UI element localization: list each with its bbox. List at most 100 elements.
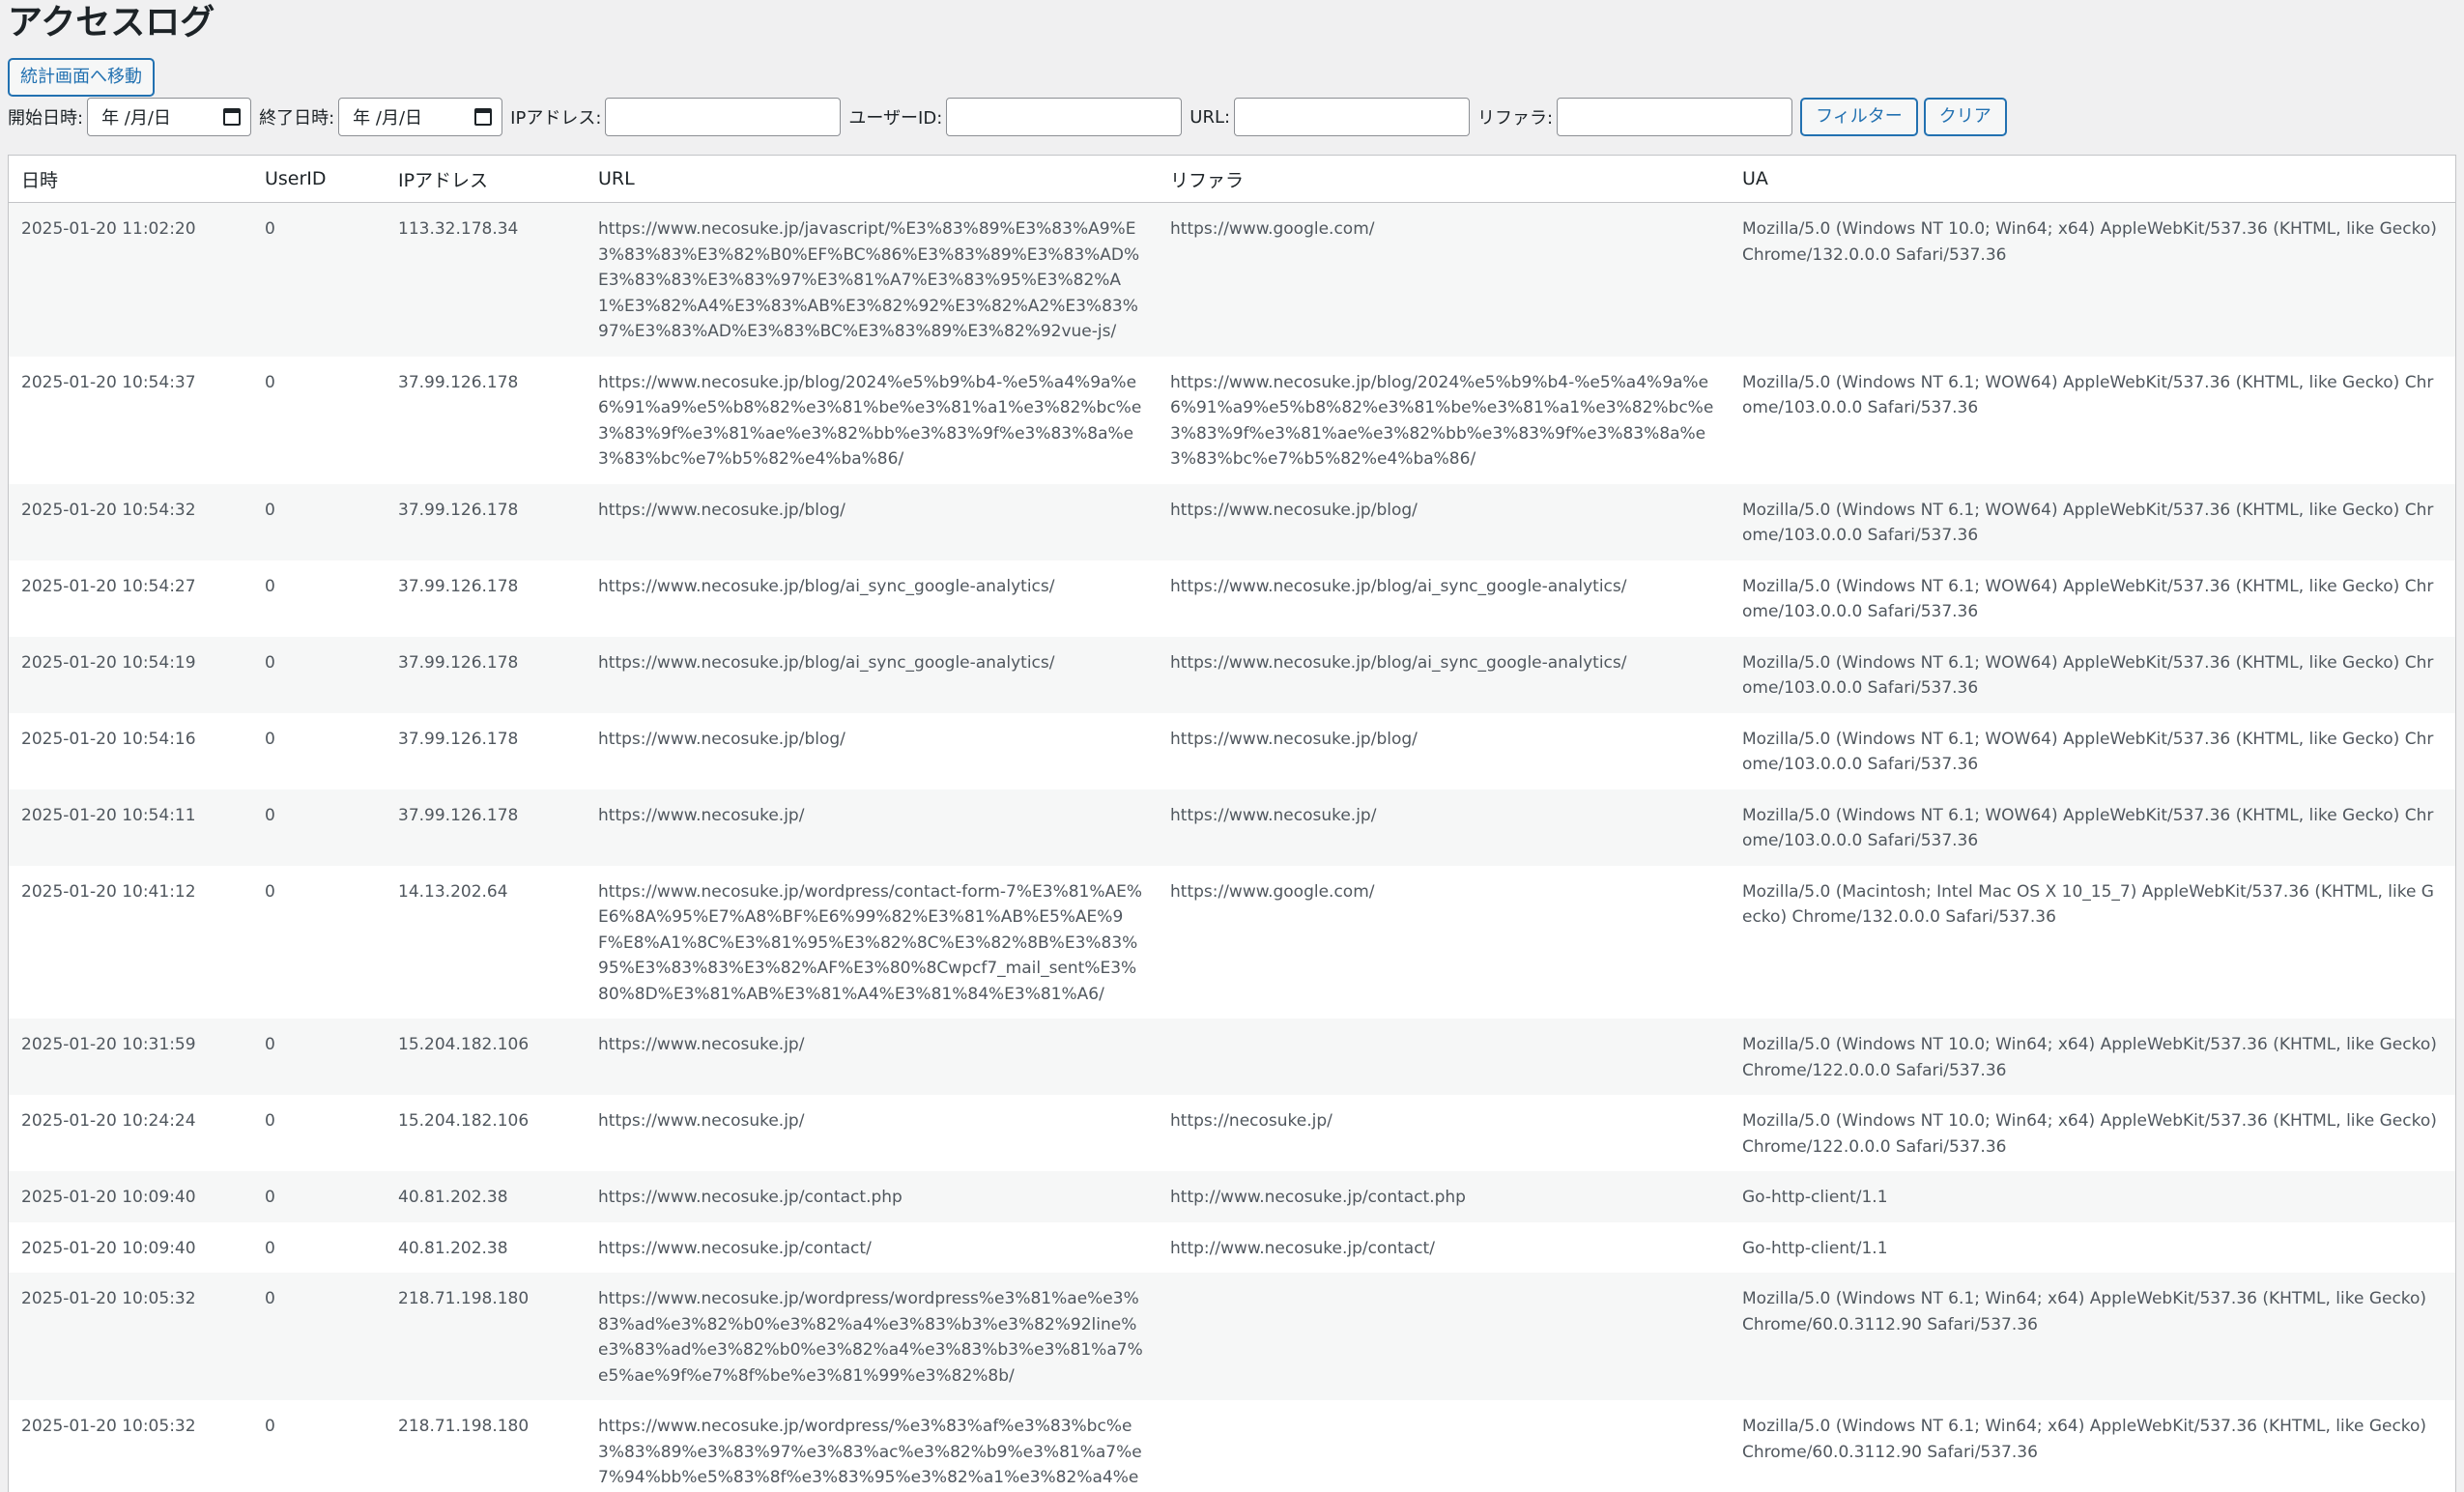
cell-ua: Mozilla/5.0 (Windows NT 10.0; Win64; x64… [1730, 1095, 2455, 1171]
ip-filter-label: IPアドレス: [510, 108, 602, 129]
url-filter-input[interactable] [1234, 98, 1471, 136]
cell-datetime: 2025-01-20 10:41:12 [9, 865, 252, 1019]
cell-ua: Mozilla/5.0 (Windows NT 6.1; Win64; x64)… [1730, 1273, 2455, 1400]
table-row: 2025-01-20 10:31:59 0 15.204.182.106 https:… [9, 1019, 2455, 1095]
user-id-filter-input[interactable] [946, 98, 1183, 136]
cell-userid: 0 [252, 1400, 386, 1492]
cell-userid: 0 [252, 789, 386, 866]
cell-ua: Go-http-client/1.1 [1730, 1221, 2455, 1273]
cell-datetime: 2025-01-20 10:54:11 [9, 789, 252, 866]
cell-ua: Go-http-client/1.1 [1730, 1171, 2455, 1222]
cell-url: https://www.necosuke.jp/blog/2024%e5%b9%… [586, 356, 1158, 484]
cell-ua: Mozilla/5.0 (Macintosh; Intel Mac OS X 1… [1730, 865, 2455, 1019]
column-header-datetime: 日時 [9, 156, 252, 203]
referrer-filter-label: リファラ: [1477, 108, 1554, 129]
cell-url: https://www.necosuke.jp/ [586, 789, 1158, 866]
cell-url: https://www.necosuke.jp/contact.php [586, 1171, 1158, 1222]
cell-ip: 37.99.126.178 [386, 712, 586, 789]
cell-ip: 15.204.182.106 [386, 1019, 586, 1095]
cell-ip: 218.71.198.180 [386, 1400, 586, 1492]
cell-url: https://www.necosuke.jp/blog/ [586, 483, 1158, 560]
calendar-icon[interactable] [474, 108, 493, 126]
clear-button[interactable]: クリア [1923, 98, 2007, 136]
table-row: 2025-01-20 10:54:32 0 37.99.126.178 https:/… [9, 483, 2455, 560]
cell-datetime: 2025-01-20 10:05:32 [9, 1273, 252, 1400]
cell-referrer: https://necosuke.jp/ [1158, 1095, 1730, 1171]
page-title: アクセスログ [8, 3, 215, 43]
cell-ua: Mozilla/5.0 (Windows NT 6.1; WOW64) Appl… [1730, 712, 2455, 789]
table-row: 2025-01-20 10:09:40 0 40.81.202.38 https://… [9, 1171, 2455, 1222]
cell-ip: 14.13.202.64 [386, 865, 586, 1019]
cell-datetime: 2025-01-20 10:54:37 [9, 356, 252, 484]
cell-referrer: https://www.necosuke.jp/ [1158, 789, 1730, 866]
cell-userid: 0 [252, 1171, 386, 1222]
calendar-icon[interactable] [223, 108, 242, 126]
cell-datetime: 2025-01-20 10:54:32 [9, 483, 252, 560]
table-header-row: 日時 UserID IPアドレス URL リファラ UA [9, 156, 2455, 203]
cell-url: https://www.necosuke.jp/blog/ [586, 712, 1158, 789]
table-row: 2025-01-20 10:41:12 0 14.13.202.64 https://… [9, 865, 2455, 1019]
table-body: 2025-01-20 11:02:20 0 113.32.178.34 https:/… [9, 202, 2455, 1492]
end-date-value: 年 /月/日 [353, 108, 423, 129]
ip-filter-input[interactable] [605, 98, 842, 136]
table-row: 2025-01-20 10:54:16 0 37.99.126.178 https:/… [9, 712, 2455, 789]
cell-datetime: 2025-01-20 10:05:32 [9, 1400, 252, 1492]
cell-url: https://www.necosuke.jp/wordpress/%e3%83… [586, 1400, 1158, 1492]
column-header-url: URL [586, 156, 1158, 203]
cell-referrer [1158, 1273, 1730, 1400]
cell-userid: 0 [252, 202, 386, 357]
filter-button[interactable]: フィルター [1800, 98, 1918, 136]
cell-userid: 0 [252, 1221, 386, 1273]
cell-datetime: 2025-01-20 10:09:40 [9, 1171, 252, 1222]
end-date-input[interactable]: 年 /月/日 [338, 98, 503, 136]
cell-referrer: https://www.necosuke.jp/blog/ [1158, 483, 1730, 560]
column-header-referrer: リファラ [1158, 156, 1730, 203]
start-date-input[interactable]: 年 /月/日 [87, 98, 252, 136]
cell-ip: 37.99.126.178 [386, 636, 586, 713]
cell-userid: 0 [252, 1095, 386, 1171]
cell-ip: 40.81.202.38 [386, 1171, 586, 1222]
user-id-filter-label: ユーザーID: [848, 108, 943, 129]
cell-ua: Mozilla/5.0 (Windows NT 10.0; Win64; x64… [1730, 1019, 2455, 1095]
cell-datetime: 2025-01-20 10:09:40 [9, 1221, 252, 1273]
cell-referrer: https://www.google.com/ [1158, 202, 1730, 357]
cell-userid: 0 [252, 636, 386, 713]
cell-ua: Mozilla/5.0 (Windows NT 6.1; WOW64) Appl… [1730, 483, 2455, 560]
cell-userid: 0 [252, 483, 386, 560]
cell-userid: 0 [252, 560, 386, 637]
cell-userid: 0 [252, 712, 386, 789]
cell-ua: Mozilla/5.0 (Windows NT 6.1; WOW64) Appl… [1730, 789, 2455, 866]
cell-userid: 0 [252, 356, 386, 484]
referrer-filter-input[interactable] [1557, 98, 1793, 136]
cell-referrer: https://www.necosuke.jp/blog/2024%e5%b9%… [1158, 356, 1730, 484]
cell-referrer: http://www.necosuke.jp/contact/ [1158, 1221, 1730, 1273]
table-row: 2025-01-20 10:54:11 0 37.99.126.178 https:/… [9, 789, 2455, 866]
table-row: 2025-01-20 10:09:40 0 40.81.202.38 https://… [9, 1221, 2455, 1273]
cell-ip: 37.99.126.178 [386, 356, 586, 484]
cell-datetime: 2025-01-20 10:54:27 [9, 560, 252, 637]
start-date-label: 開始日時: [8, 108, 84, 129]
column-header-ip: IPアドレス [386, 156, 586, 203]
cell-url: https://www.necosuke.jp/ [586, 1019, 1158, 1095]
cell-ip: 37.99.126.178 [386, 789, 586, 866]
cell-datetime: 2025-01-20 10:24:24 [9, 1095, 252, 1171]
table-row: 2025-01-20 11:02:20 0 113.32.178.34 https:/… [9, 202, 2455, 357]
cell-url: https://www.necosuke.jp/javascript/%E3%8… [586, 202, 1158, 357]
cell-ip: 113.32.178.34 [386, 202, 586, 357]
cell-url: https://www.necosuke.jp/blog/ai_sync_goo… [586, 636, 1158, 713]
cell-ip: 40.81.202.38 [386, 1221, 586, 1273]
cell-referrer: http://www.necosuke.jp/contact.php [1158, 1171, 1730, 1222]
access-log-table: 日時 UserID IPアドレス URL リファラ UA 2025-01-20 … [9, 156, 2455, 1492]
cell-ua: Mozilla/5.0 (Windows NT 6.1; WOW64) Appl… [1730, 356, 2455, 484]
cell-referrer: https://www.necosuke.jp/blog/ [1158, 712, 1730, 789]
table-row: 2025-01-20 10:05:32 0 218.71.198.180 https:… [9, 1273, 2455, 1400]
cell-ua: Mozilla/5.0 (Windows NT 10.0; Win64; x64… [1730, 202, 2455, 357]
cell-datetime: 2025-01-20 10:31:59 [9, 1019, 252, 1095]
stats-page-button[interactable]: 統計画面へ移動 [8, 58, 155, 97]
cell-referrer [1158, 1019, 1730, 1095]
cell-ip: 218.71.198.180 [386, 1273, 586, 1400]
cell-url: https://www.necosuke.jp/wordpress/wordpr… [586, 1273, 1158, 1400]
table-row: 2025-01-20 10:05:32 0 218.71.198.180 https:… [9, 1400, 2455, 1492]
cell-ip: 37.99.126.178 [386, 483, 586, 560]
table-row: 2025-01-20 10:54:37 0 37.99.126.178 https:/… [9, 356, 2455, 484]
